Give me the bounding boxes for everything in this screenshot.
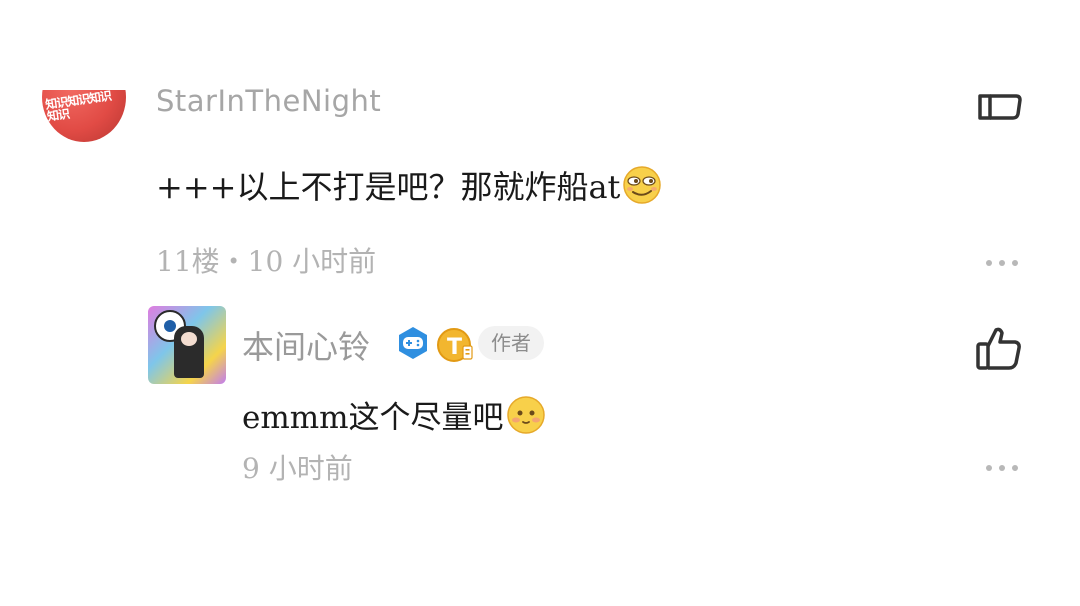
- level-badge-icon[interactable]: T: [436, 326, 474, 364]
- avatar-face: [181, 332, 197, 346]
- reply-text: emmm这个尽量吧: [242, 392, 546, 437]
- scroll-clip-mask: [0, 0, 1080, 90]
- smug-face-emoji-icon: [623, 166, 662, 204]
- gamepad-badge-icon[interactable]: [396, 326, 430, 360]
- reply-body: emmm这个尽量吧: [242, 400, 504, 436]
- thumbs-up-icon[interactable]: [978, 88, 1022, 122]
- thumbs-up-icon[interactable]: [976, 326, 1022, 370]
- blushing-face-emoji-icon: [506, 395, 545, 434]
- comment-text: +++以上不打是吧？那就炸船at: [156, 162, 662, 208]
- reply-meta: 9 小时前: [242, 452, 353, 485]
- comment-meta: 11楼・10 小时前: [156, 245, 377, 278]
- more-options-icon[interactable]: [986, 465, 1018, 473]
- username[interactable]: StarInTheNight: [156, 84, 381, 118]
- author-tag: 作者: [478, 326, 544, 360]
- username[interactable]: 本间心铃: [242, 322, 370, 368]
- avatar[interactable]: [148, 306, 226, 384]
- comment-body: +++以上不打是吧？那就炸船at: [156, 168, 621, 206]
- more-options-icon[interactable]: [986, 260, 1018, 268]
- svg-text:T: T: [447, 335, 462, 360]
- avatar-text: 知识知识知识知识: [44, 88, 112, 124]
